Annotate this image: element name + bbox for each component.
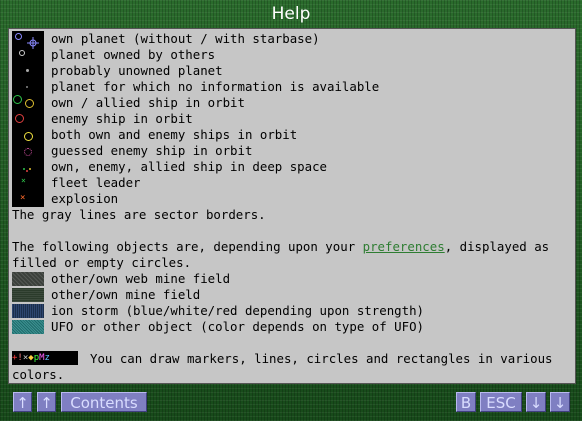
ion-storm-swatch (12, 304, 44, 318)
fill-item-label: ion storm (blue/white/red depending upon… (51, 303, 424, 318)
legend-line: guessed enemy ship in orbit (51, 143, 253, 158)
legend-symbol-column: × × (12, 31, 44, 207)
scroll-down-button[interactable]: ↓ (550, 392, 570, 412)
scroll-up-button[interactable]: ↑ (13, 392, 32, 412)
explosion-icon: × (20, 193, 26, 203)
others-planet-icon (19, 50, 25, 56)
mixed-ships-orbit-icon (24, 132, 33, 141)
contents-button[interactable]: Contents (61, 392, 147, 412)
enemy-ship-orbit-icon (15, 114, 24, 123)
legend-line: enemy ship in orbit (51, 111, 193, 126)
page-up-button[interactable]: ↑ (37, 392, 56, 412)
page-down-button[interactable]: ↓ (526, 392, 546, 412)
esc-button[interactable]: ESC (480, 392, 522, 412)
legend-line: own, enemy, allied ship in deep space (51, 159, 328, 174)
marker-tools-icon: +!×◆pMz (12, 351, 78, 365)
legend-line: own / allied ship in orbit (51, 95, 245, 110)
legend-line: probably unowned planet (51, 63, 223, 78)
deep-space-ship-own-icon (23, 168, 25, 170)
legend-line: fleet leader (51, 175, 141, 190)
guessed-enemy-ship-icon (24, 148, 32, 156)
deep-space-ship-allied-icon (29, 168, 31, 170)
fill-item-label: other/own web mine field (51, 271, 231, 286)
legend-line: planet for which no information is avail… (51, 79, 380, 94)
legend-line: own planet (without / with starbase) (51, 31, 320, 46)
fill-intro-line2: filled or empty circles. (12, 255, 192, 270)
deep-space-ship-enemy-icon (26, 170, 28, 172)
legend-line: both own and enemy ships in orbit (51, 127, 298, 142)
own-planet-icon (15, 33, 22, 40)
window-title: Help (271, 4, 311, 24)
fill-intro-before: The following objects are, depending upo… (12, 239, 363, 254)
web-mine-swatch (12, 272, 44, 286)
unowned-planet-icon (26, 69, 29, 72)
mine-field-swatch (12, 288, 44, 302)
legend-line: planet owned by others (51, 47, 216, 62)
help-panel: × × own planet (without / with starbase)… (8, 28, 576, 384)
fill-item-label: UFO or other object (color depends on ty… (51, 319, 424, 334)
ufo-swatch (12, 320, 44, 334)
own-planet-starbase-icon (27, 34, 39, 49)
allied-ship-orbit-icon (25, 99, 34, 108)
unknown-planet-icon (26, 86, 28, 88)
own-ship-orbit-icon (13, 95, 22, 104)
preferences-link[interactable]: preferences (363, 239, 445, 254)
fill-intro-after: , displayed as (444, 239, 550, 254)
fill-intro: The following objects are, depending upo… (12, 239, 549, 255)
fill-item-label: other/own mine field (51, 287, 201, 302)
markers-text-line1: You can draw markers, lines, circles and… (90, 351, 553, 366)
back-button[interactable]: B (456, 392, 476, 412)
fleet-leader-icon: × (21, 176, 26, 185)
legend-line: explosion (51, 191, 119, 206)
sector-border-note: The gray lines are sector borders. (12, 207, 266, 222)
markers-text-line2: colors. (12, 367, 65, 382)
